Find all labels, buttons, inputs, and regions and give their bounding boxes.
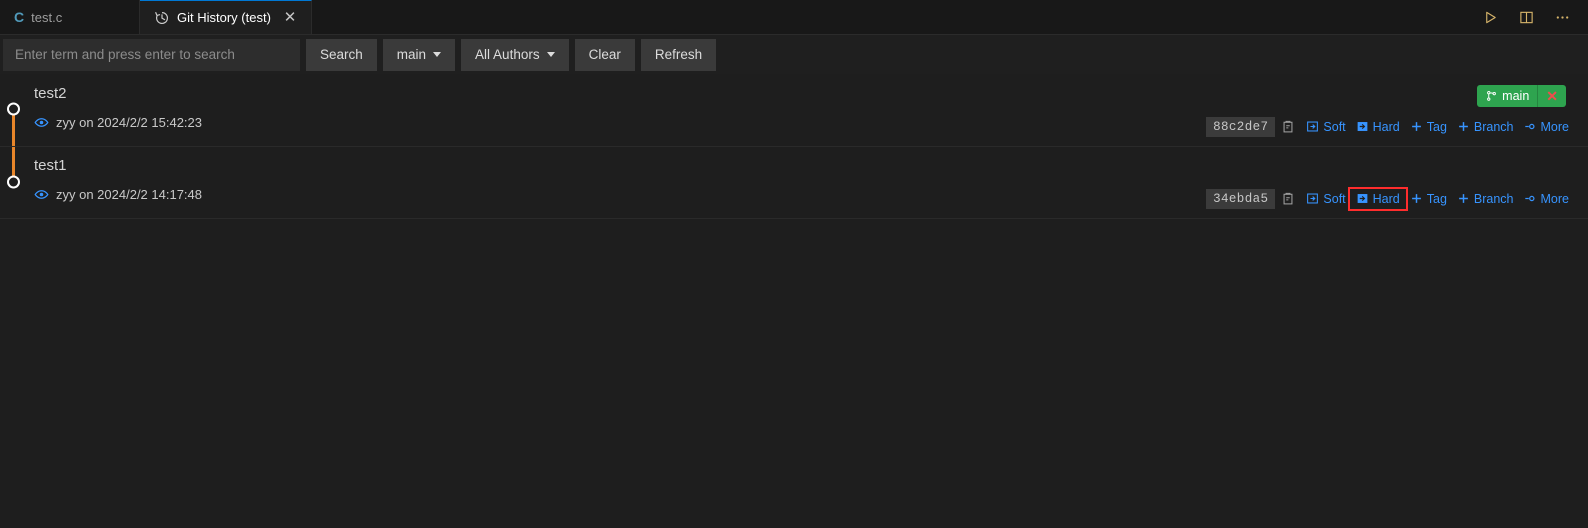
commit-actions: 34ebda5 Soft Hard Tag Branch More	[1206, 187, 1574, 211]
commit-icon	[1524, 120, 1538, 134]
plus-icon	[1457, 192, 1471, 206]
reset-hard-icon	[1356, 192, 1370, 206]
chevron-down-icon	[546, 52, 555, 57]
commit-icon	[1524, 192, 1538, 206]
close-icon[interactable]: ✕	[1537, 85, 1566, 107]
hard-reset-label: Hard	[1372, 120, 1400, 134]
add-tag-button[interactable]: Tag	[1405, 118, 1452, 136]
branch-filter-label: main	[396, 47, 427, 62]
author-filter-label: All Authors	[475, 47, 540, 62]
hard-reset-button[interactable]: Hard	[1347, 187, 1408, 211]
branch-badge-main[interactable]: main ✕	[1477, 85, 1566, 107]
commit-meta: zyy on 2024/2/2 14:17:48	[34, 187, 202, 202]
add-branch-label: Branch	[1473, 192, 1514, 206]
hard-reset-label: Hard	[1372, 192, 1400, 206]
commit-subject: test2	[34, 85, 67, 102]
more-actions-icon[interactable]	[1552, 7, 1572, 27]
add-tag-label: Tag	[1426, 192, 1447, 206]
branch-filter-dropdown[interactable]: main	[382, 38, 456, 71]
soft-reset-label: Soft	[1323, 120, 1346, 134]
more-button[interactable]: More	[1519, 190, 1574, 208]
add-branch-button[interactable]: Branch	[1452, 190, 1519, 208]
commit-hash: 34ebda5	[1206, 189, 1276, 209]
soft-reset-button[interactable]: Soft	[1301, 190, 1350, 208]
split-editor-icon[interactable]	[1516, 7, 1536, 27]
clear-button[interactable]: Clear	[574, 38, 635, 71]
plus-icon	[1457, 120, 1471, 134]
soft-reset-label: Soft	[1323, 192, 1346, 206]
commit-subject: test1	[34, 157, 67, 174]
add-tag-label: Tag	[1426, 120, 1447, 134]
add-branch-label: Branch	[1473, 120, 1514, 134]
tab-git-history[interactable]: Git History (test) ✕	[140, 0, 312, 34]
eye-icon[interactable]	[34, 187, 49, 202]
add-branch-button[interactable]: Branch	[1452, 118, 1519, 136]
chevron-down-icon	[433, 52, 442, 57]
run-icon[interactable]	[1480, 7, 1500, 27]
plus-icon	[1410, 192, 1424, 206]
plus-icon	[1410, 120, 1424, 134]
commit-actions: 88c2de7 Soft Hard Tag Branch More	[1206, 116, 1574, 138]
commit-author-date: zyy on 2024/2/2 14:17:48	[56, 187, 203, 202]
author-filter-dropdown[interactable]: All Authors	[461, 38, 569, 71]
branch-badge-content: main	[1477, 89, 1537, 103]
more-label: More	[1540, 120, 1569, 134]
commit-author-date: zyy on 2024/2/2 15:42:23	[56, 115, 203, 130]
close-icon[interactable]: ✕	[281, 9, 299, 27]
search-input[interactable]	[3, 38, 300, 71]
eye-icon[interactable]	[34, 115, 49, 130]
history-icon	[154, 10, 170, 26]
tab-label: Git History (test)	[177, 10, 271, 25]
branch-badge-label: main	[1502, 89, 1530, 103]
reset-soft-icon	[1306, 120, 1320, 134]
soft-reset-button[interactable]: Soft	[1301, 118, 1350, 136]
add-tag-button[interactable]: Tag	[1405, 190, 1452, 208]
search-button[interactable]: Search	[306, 38, 377, 71]
git-history-toolbar: Search main All Authors Clear Refresh	[0, 35, 1588, 75]
more-button[interactable]: More	[1519, 118, 1574, 136]
copy-icon[interactable]	[1275, 116, 1301, 138]
tab-test-c[interactable]: C test.c	[0, 0, 140, 34]
editor-actions	[1480, 0, 1588, 34]
refresh-button[interactable]: Refresh	[640, 38, 717, 71]
copy-icon[interactable]	[1275, 188, 1301, 210]
editor-tab-bar: C test.c Git History (test) ✕	[0, 0, 1588, 35]
reset-hard-icon	[1356, 120, 1370, 134]
more-label: More	[1540, 192, 1569, 206]
table-row[interactable]: test1 zyy on 2024/2/2 14:17:48 34ebda5 S…	[0, 147, 1588, 219]
commit-list: test2 zyy on 2024/2/2 15:42:23 main ✕ 88…	[0, 75, 1588, 219]
c-file-icon: C	[14, 9, 25, 25]
commit-hash: 88c2de7	[1206, 117, 1276, 137]
reset-soft-icon	[1306, 192, 1320, 206]
hard-reset-button[interactable]: Hard	[1351, 118, 1405, 136]
table-row[interactable]: test2 zyy on 2024/2/2 15:42:23 main ✕ 88…	[0, 75, 1588, 147]
commit-meta: zyy on 2024/2/2 15:42:23	[34, 115, 202, 130]
tab-label: test.c	[31, 9, 63, 25]
branch-icon	[1487, 91, 1497, 101]
